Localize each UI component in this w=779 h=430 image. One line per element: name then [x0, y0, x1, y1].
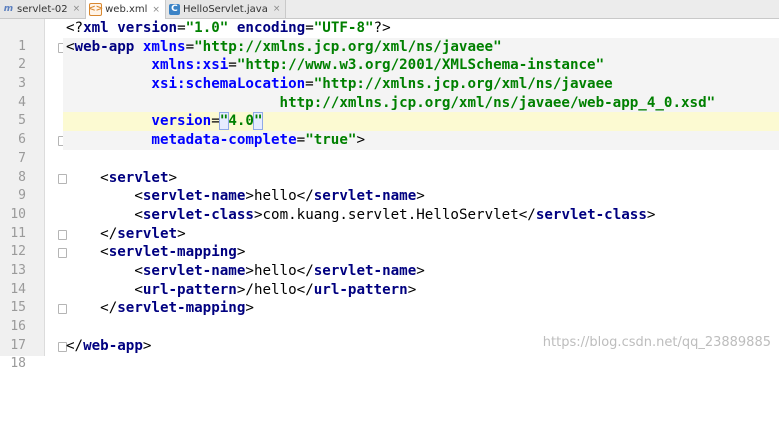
code-line[interactable]: 7 metadata-complete="true">: [0, 131, 779, 166]
code-line[interactable]: 1 <?xml version="1.0" encoding="UTF-8"?>: [0, 19, 779, 54]
code-line[interactable]: 8: [0, 150, 779, 185]
xml-file-icon: <>: [88, 3, 104, 16]
code-line-current[interactable]: 6 version="4.0": [0, 112, 779, 147]
watermark-text: https://blog.csdn.net/qq_23889885: [542, 335, 771, 350]
code-line[interactable]: 15 <url-pattern>/hello</url-pattern>: [0, 281, 779, 316]
code-line[interactable]: 9 <servlet>: [0, 169, 779, 204]
tab-label: web.xml: [105, 4, 148, 15]
editor-tab-bar: m servlet-02 × <> web.xml × C HelloServl…: [0, 0, 779, 19]
code-line[interactable]: 17: [0, 318, 779, 353]
code-line[interactable]: 11 <servlet-class>com.kuang.servlet.Hell…: [0, 206, 779, 241]
close-icon[interactable]: ×: [273, 4, 281, 14]
code-line[interactable]: 13 <servlet-mapping>: [0, 243, 779, 278]
code-line[interactable]: 5 http://xmlns.jcp.org/xml/ns/javaee/web…: [0, 93, 779, 128]
line-number: 18: [10, 356, 26, 372]
tab-web-xml[interactable]: <> web.xml ×: [86, 0, 166, 19]
close-icon[interactable]: ×: [73, 4, 81, 14]
code-line[interactable]: 10 <servlet-name>hello</servlet-name>: [0, 187, 779, 222]
code-line[interactable]: 12 </servlet>: [0, 225, 779, 260]
code-line[interactable]: 16 </servlet-mapping>: [0, 299, 779, 334]
text-caret: [262, 113, 264, 129]
close-icon[interactable]: ×: [152, 5, 160, 15]
tab-servlet-02[interactable]: m servlet-02 ×: [0, 0, 87, 18]
java-class-icon: C: [168, 3, 180, 15]
tab-label: servlet-02: [17, 3, 68, 15]
tab-hello-servlet-java[interactable]: C HelloServlet.java ×: [165, 0, 287, 18]
tab-label: HelloServlet.java: [182, 3, 268, 15]
code-line[interactable]: 3 xmlns:xsi="http://www.w3.org/2001/XMLS…: [0, 56, 779, 91]
module-icon: m: [3, 3, 14, 14]
code-editor[interactable]: 1 <?xml version="1.0" encoding="UTF-8"?>…: [0, 19, 779, 371]
code-line[interactable]: 2 <web-app xmlns="http://xmlns.jcp.org/x…: [0, 37, 779, 72]
code-line[interactable]: 4 xsi:schemaLocation="http://xmlns.jcp.o…: [0, 75, 779, 110]
code-line[interactable]: 14 <servlet-name>hello</servlet-name>: [0, 262, 779, 297]
